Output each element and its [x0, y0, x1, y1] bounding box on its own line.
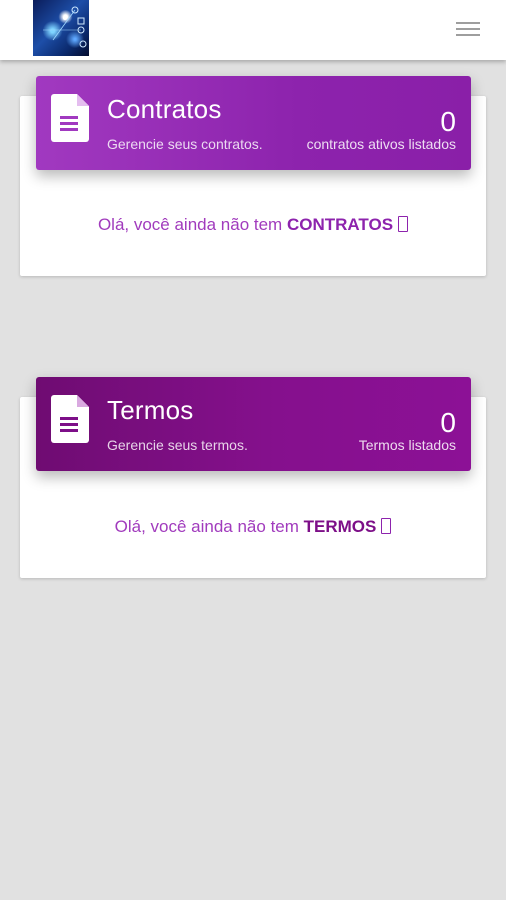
top-app-bar [0, 0, 506, 60]
empty-state-message: Olá, você ainda não tem CONTRATOS [20, 215, 486, 235]
document-icon [51, 395, 89, 443]
termos-count-label: Termos listados [358, 437, 456, 453]
termos-card-header[interactable]: Termos Gerencie seus termos. 0 Termos li… [36, 377, 471, 471]
card-title: Contratos [107, 94, 222, 124]
empty-message-highlight: CONTRATOS [286, 215, 394, 234]
empty-message-highlight: TERMOS [303, 517, 377, 536]
card-subtitle: Gerencie seus termos. [107, 437, 248, 453]
card-title: Termos [107, 395, 194, 425]
contratos-count-label: contratos ativos listados [306, 136, 456, 152]
contratos-card-header[interactable]: Contratos Gerencie seus contratos. 0 con… [36, 76, 471, 170]
empty-message-text: Olá, você ainda não tem [97, 215, 287, 234]
placeholder-glyph-icon [398, 216, 409, 232]
hamburger-menu-icon[interactable] [456, 22, 480, 39]
contratos-card: Contratos Gerencie seus contratos. 0 con… [20, 76, 486, 276]
document-icon [51, 94, 89, 142]
empty-message-text: Olá, você ainda não tem [114, 517, 304, 536]
contratos-count: 0 [440, 106, 456, 137]
card-subtitle: Gerencie seus contratos. [107, 136, 263, 152]
placeholder-glyph-icon [381, 518, 392, 534]
app-logo[interactable] [33, 0, 89, 56]
termos-card: Termos Gerencie seus termos. 0 Termos li… [20, 377, 486, 578]
empty-state-message: Olá, você ainda não tem TERMOS [20, 517, 486, 537]
termos-count: 0 [440, 407, 456, 438]
